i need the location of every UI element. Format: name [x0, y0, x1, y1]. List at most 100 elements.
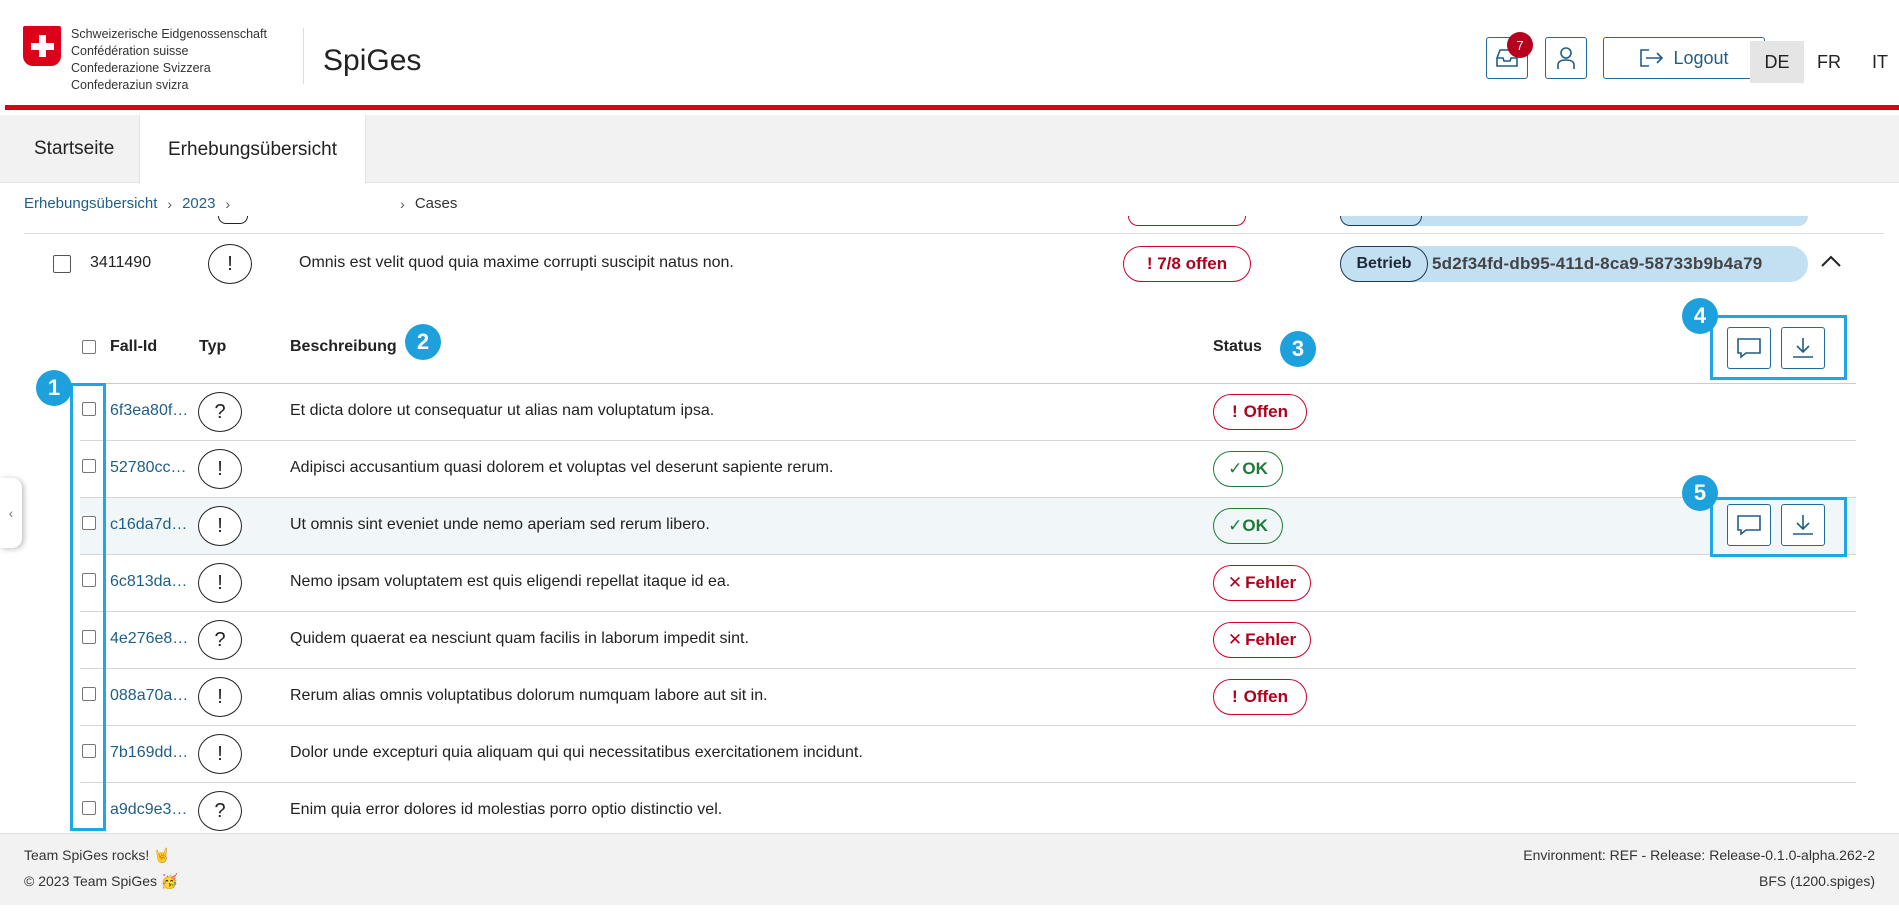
type-symbol: ? [214, 628, 226, 651]
column-header-typ[interactable]: Typ [199, 338, 226, 356]
row-description: Ut omnis sint eveniet unde nemo aperiam … [290, 516, 710, 533]
status-badge: ✕ Fehler [1213, 622, 1311, 658]
fall-id-link[interactable]: 6c813da… [110, 573, 200, 591]
betrieb-chip: Betrieb 5d2f34fd-db95-411d-8ca9-58733b9b… [1340, 246, 1808, 282]
status-text: Fehler [1245, 573, 1297, 592]
row-description: Nemo ipsam voluptatem est quis eligendi … [290, 573, 731, 590]
language-de[interactable]: DE [1750, 41, 1804, 83]
footer: Team SpiGes rocks! 🤘 © 2023 Team SpiGes … [0, 833, 1899, 905]
language-it[interactable]: IT [1853, 41, 1899, 83]
x-icon: ✕ [1227, 573, 1243, 592]
logo-line: Confederazione Svizzera [71, 61, 211, 75]
chevron-up-icon[interactable] [1820, 252, 1842, 273]
footer-environment: Environment: REF - Release: Release-0.1.… [1523, 847, 1875, 863]
confederation-logo[interactable]: Schweizerische Eidgenossenschaft Confédé… [23, 26, 267, 94]
chevron-right-icon: › [400, 195, 405, 212]
type-symbol: ! [217, 685, 223, 708]
status-badge: ✓ OK [1213, 508, 1283, 544]
row-description: Adipisci accusantium quasi dolorem et vo… [290, 459, 834, 476]
table-row[interactable]: 4e276e8… ? Quidem quaerat ea nesciunt qu… [80, 612, 1856, 669]
fall-id-link[interactable]: 088a70a… [110, 687, 200, 705]
row-description: Dolor unde excepturi quia aliquam qui qu… [290, 744, 863, 761]
column-header-status[interactable]: Status [1213, 338, 1262, 356]
parent-row-description: Omnis est velit quod quia maxime corrupt… [299, 254, 734, 271]
exclamation-icon: ! [198, 677, 242, 717]
table-row[interactable]: 52780cc… ! Adipisci accusantium quasi do… [80, 441, 1856, 498]
fall-id-link[interactable]: a9dc9e3… [110, 801, 200, 819]
breadcrumb: Erhebungsübersicht › 2023 › › Cases [24, 195, 457, 212]
app-title: SpiGes [323, 44, 422, 77]
chevron-right-icon: › [167, 195, 173, 212]
breadcrumb-divider [24, 233, 1884, 234]
chevron-right-icon: › [225, 195, 231, 212]
type-symbol: ! [217, 571, 223, 594]
type-symbol: ? [214, 400, 226, 423]
column-header-fall-id[interactable]: Fall-Id [110, 338, 157, 356]
swiss-flag-icon [23, 26, 61, 66]
side-panel-toggle[interactable]: ‹ [0, 478, 22, 548]
type-symbol: ! [217, 742, 223, 765]
status-text: OK [1242, 459, 1268, 478]
annotation-marker-4: 4 [1682, 298, 1718, 334]
table-row[interactable]: 6f3ea80f… ? Et dicta dolore ut consequat… [80, 384, 1856, 441]
user-profile-button[interactable] [1545, 37, 1587, 79]
logout-button[interactable]: Logout [1603, 37, 1765, 79]
highlight-header-actions [1710, 315, 1847, 380]
table-row[interactable]: 6c813da… ! Nemo ipsam voluptatem est qui… [80, 555, 1856, 612]
parent-case-row[interactable]: 3411490 ! Omnis est velit quod quia maxi… [0, 240, 1899, 290]
scrolled-row-status [1128, 216, 1246, 226]
fall-id-link[interactable]: 7b169dd… [110, 744, 200, 762]
annotation-marker-2: 2 [405, 324, 441, 360]
logo-line: Confederaziun svizra [71, 78, 189, 92]
logo-text: Schweizerische Eidgenossenschaft Confédé… [71, 26, 267, 94]
exclamation-icon: ! [198, 506, 242, 546]
select-all-checkbox[interactable] [82, 340, 96, 354]
annotation-marker-3: 3 [1280, 331, 1316, 367]
exclamation-icon: ! [1231, 402, 1238, 421]
user-icon [1557, 47, 1575, 69]
status-badge: ✕ Fehler [1213, 565, 1311, 601]
fall-id-link[interactable]: 6f3ea80f… [110, 402, 200, 420]
table-row[interactable]: a9dc9e3… ? Enim quia error dolores id mo… [80, 783, 1856, 833]
table-row[interactable]: 7b169dd… ! Dolor unde excepturi quia ali… [80, 726, 1856, 783]
question-icon: ? [198, 392, 242, 432]
tab-erhebungsuebersicht[interactable]: Erhebungsübersicht [139, 115, 366, 184]
column-header-beschreibung[interactable]: Beschreibung [290, 338, 397, 356]
subtable-header: Fall-Id Typ Beschreibung Status [80, 328, 1856, 384]
row-description: Quidem quaerat ea nesciunt quam facilis … [290, 630, 749, 647]
row-description: Enim quia error dolores id molestias por… [290, 801, 723, 818]
status-badge: ✓ OK [1213, 451, 1283, 487]
table-row[interactable]: c16da7d… ! Ut omnis sint eveniet unde ne… [80, 498, 1856, 555]
status-text: OK [1242, 516, 1268, 535]
exclamation-icon: ! [208, 244, 252, 284]
exclamation-icon: ! [198, 449, 242, 489]
row-description: Et dicta dolore ut consequatur ut alias … [290, 402, 715, 419]
exclamation-icon: ! [198, 563, 242, 603]
parent-row-checkbox[interactable] [53, 255, 71, 273]
scrolled-row-type-icon [218, 216, 248, 224]
annotation-marker-1: 1 [36, 370, 72, 406]
x-icon: ✕ [1227, 630, 1243, 649]
table-row[interactable]: 088a70a… ! Rerum alias omnis voluptatibu… [80, 669, 1856, 726]
question-icon: ? [198, 791, 242, 831]
highlight-checkbox-column [70, 383, 106, 831]
row-description: Rerum alias omnis voluptatibus dolorum n… [290, 687, 768, 704]
annotation-marker-5: 5 [1682, 475, 1718, 511]
language-fr[interactable]: FR [1802, 41, 1856, 83]
logo-divider [303, 28, 304, 84]
logo-line: Schweizerische Eidgenossenschaft [71, 27, 267, 41]
app-header: Schweizerische Eidgenossenschaft Confédé… [5, 6, 1899, 110]
tab-startseite[interactable]: Startseite [6, 115, 142, 183]
fall-id-link[interactable]: 4e276e8… [110, 630, 200, 648]
check-icon: ✓ [1228, 459, 1243, 478]
status-badge: ! Offen [1213, 679, 1307, 715]
main-tabs: Startseite Erhebungsübersicht [0, 115, 1899, 184]
type-symbol: ! [227, 252, 233, 275]
fall-id-link[interactable]: 52780cc… [110, 459, 200, 477]
breadcrumb-erhebungsuebersicht[interactable]: Erhebungsübersicht [24, 195, 157, 212]
breadcrumb-year[interactable]: 2023 [182, 195, 215, 212]
breadcrumb-cases: Cases [414, 195, 458, 212]
footer-copyright: © 2023 Team SpiGes 🥳 [24, 873, 179, 889]
status-text: Fehler [1245, 630, 1297, 649]
fall-id-link[interactable]: c16da7d… [110, 516, 200, 534]
